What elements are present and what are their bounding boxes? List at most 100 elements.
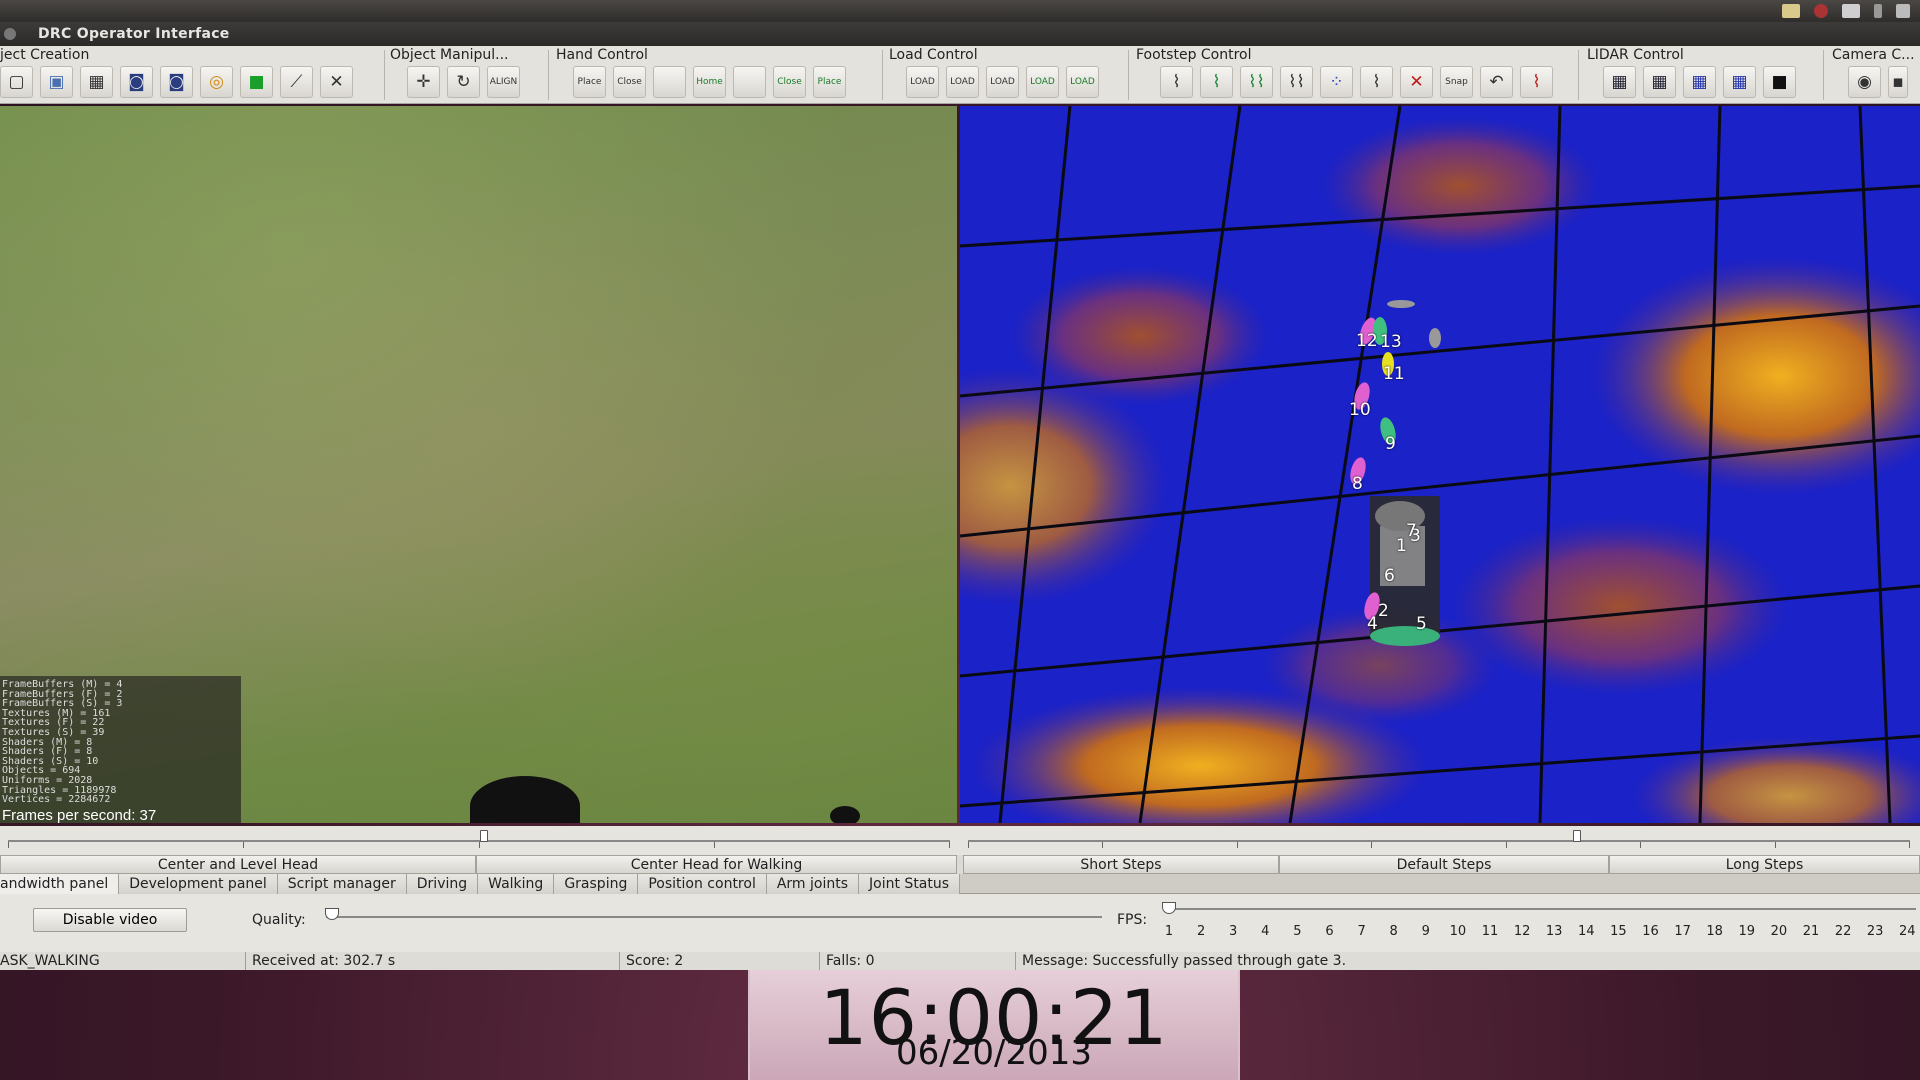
lidar-icon[interactable]: ▦ <box>1683 66 1716 98</box>
footstep-label: 12 <box>1356 331 1378 351</box>
tab-walking[interactable]: Walking <box>478 874 555 894</box>
eye-icon[interactable]: ◉ <box>1848 66 1881 98</box>
tab-driving[interactable]: Driving <box>406 874 479 894</box>
fps-tick-label: 1 <box>1164 924 1174 939</box>
box-icon[interactable]: ▣ <box>40 66 73 98</box>
quality-slider-track[interactable] <box>326 916 1102 918</box>
hand-blank-icon[interactable] <box>733 66 766 98</box>
window-title: DRC Operator Interface <box>38 26 230 42</box>
lidar-clear-icon[interactable]: ▦ <box>1643 66 1676 98</box>
snap-icon[interactable]: Snap <box>1440 66 1473 98</box>
wall-icon[interactable]: ▦ <box>80 66 113 98</box>
lidar-3d-view[interactable]: 1 2 3 4 5 6 7 8 9 10 11 12 13 <box>960 106 1920 823</box>
fps-tick-label: 12 <box>1513 924 1531 939</box>
mail-icon[interactable] <box>1842 4 1860 18</box>
fps-tick-label: 8 <box>1389 924 1398 939</box>
default-steps-button[interactable]: Default Steps <box>1279 855 1609 874</box>
hand-close-icon[interactable]: Close <box>613 66 646 98</box>
window-close-icon[interactable] <box>4 28 16 40</box>
fps-slider-track[interactable] <box>1166 908 1916 910</box>
network-icon[interactable] <box>1896 4 1910 18</box>
camera-view[interactable]: FrameBuffers (M) = 4 FrameBuffers (F) = … <box>0 106 957 823</box>
fps-tick-label: 24 <box>1899 924 1916 939</box>
tab-bandwidth[interactable]: andwidth panel <box>0 874 120 894</box>
group-label: Camera C... <box>1832 47 1915 63</box>
head-slider-thumb[interactable] <box>480 830 488 842</box>
bluetooth-icon[interactable] <box>1874 4 1882 18</box>
drill-icon[interactable]: ⟋ <box>280 66 313 98</box>
tab-script-manager[interactable]: Script manager <box>277 874 407 894</box>
footstep-icon[interactable]: ⌇⌇ <box>1240 66 1273 98</box>
load-icon[interactable]: LOAD <box>986 66 1019 98</box>
screen: DRC Operator Interface ject Creation ▢ ▣… <box>0 0 1920 1080</box>
camera-icon[interactable]: ▪ <box>1888 66 1908 98</box>
clock-date: 06/20/2013 <box>896 1033 1092 1073</box>
footstep-icon[interactable]: ⌇ <box>1520 66 1553 98</box>
fps-slider-thumb[interactable] <box>1162 902 1176 914</box>
update-vehicle-icon[interactable]: ◙ <box>160 66 193 98</box>
fps-tick-label: 3 <box>1229 924 1238 939</box>
align-icon[interactable]: ALIGN <box>487 66 520 98</box>
fps-tick-label: 19 <box>1738 924 1756 939</box>
record-icon[interactable] <box>1814 4 1828 18</box>
rotate-icon[interactable]: ↻ <box>447 66 480 98</box>
quality-slider-thumb[interactable] <box>325 908 339 920</box>
hand-place-icon[interactable]: Place <box>573 66 606 98</box>
footstep-label: 10 <box>1349 400 1371 420</box>
fps-tick-label: 23 <box>1866 924 1884 939</box>
folder-icon[interactable] <box>1782 4 1800 18</box>
footstep-label: 9 <box>1385 434 1396 454</box>
fps-tick-label: 13 <box>1545 924 1563 939</box>
load-icon[interactable]: LOAD <box>1026 66 1059 98</box>
short-steps-button[interactable]: Short Steps <box>963 855 1279 874</box>
fps-tick-label: 6 <box>1325 924 1334 939</box>
step-slider-track[interactable] <box>968 840 1910 842</box>
long-steps-button[interactable]: Long Steps <box>1609 855 1920 874</box>
valve-icon[interactable]: ✕ <box>320 66 353 98</box>
render-stats-overlay: FrameBuffers (M) = 4 FrameBuffers (F) = … <box>0 676 241 823</box>
footstep-icon[interactable]: ⌇ <box>1360 66 1393 98</box>
group-label: LIDAR Control <box>1587 47 1684 63</box>
clock-overlay: 16:00:21 06/20/2013 <box>748 970 1240 1080</box>
panel-tabs: andwidth panel Development panel Script … <box>0 874 1920 894</box>
load-icon[interactable]: LOAD <box>946 66 979 98</box>
ring-icon[interactable]: ◎ <box>200 66 233 98</box>
footstep-label: 4 <box>1367 614 1378 634</box>
cursor-icon[interactable]: ▢ <box>0 66 33 98</box>
footstep-icon[interactable]: ⌇ <box>1160 66 1193 98</box>
window-titlebar: DRC Operator Interface <box>0 22 1920 46</box>
move-icon[interactable]: ✛ <box>407 66 440 98</box>
delete-footstep-icon[interactable]: ✕ <box>1400 66 1433 98</box>
footstep-icon[interactable]: ⌇ <box>1200 66 1233 98</box>
footstep-icon[interactable]: ↶ <box>1480 66 1513 98</box>
green-block-icon[interactable]: ■ <box>240 66 273 98</box>
load-icon[interactable]: LOAD <box>1066 66 1099 98</box>
footstep-icon[interactable]: ⁘ <box>1320 66 1353 98</box>
lidar-heightmap <box>960 106 1920 823</box>
load-icon[interactable]: LOAD <box>906 66 939 98</box>
fps-tick-label: 9 <box>1421 924 1430 939</box>
hand-place-icon[interactable]: Place <box>813 66 846 98</box>
tab-development[interactable]: Development panel <box>119 874 278 894</box>
fps-tick-label: 4 <box>1261 924 1270 939</box>
lidar-icon[interactable]: ▦ <box>1723 66 1756 98</box>
lidar-dark-icon[interactable]: ■ <box>1763 66 1796 98</box>
hand-close-icon[interactable]: Close <box>773 66 806 98</box>
hand-home-icon[interactable]: Home <box>693 66 726 98</box>
status-message: Message: Successfully passed through gat… <box>1022 953 1347 969</box>
footstep-label: 6 <box>1384 566 1395 586</box>
stat-line: Vertices = 2284672 <box>2 794 111 806</box>
step-slider-thumb[interactable] <box>1573 830 1581 842</box>
tab-arm-joints[interactable]: Arm joints <box>766 874 860 894</box>
footstep-icon[interactable]: ⌇⌇ <box>1280 66 1313 98</box>
center-head-walking-button[interactable]: Center Head for Walking <box>476 855 957 874</box>
tab-position-control[interactable]: Position control <box>638 874 767 894</box>
disable-video-button[interactable]: Disable video <box>33 908 187 932</box>
tab-joint-status[interactable]: Joint Status <box>859 874 961 894</box>
lidar-icon[interactable]: ▦ <box>1603 66 1636 98</box>
tab-grasping[interactable]: Grasping <box>554 874 639 894</box>
center-level-head-button[interactable]: Center and Level Head <box>0 855 476 874</box>
hand-blank-icon[interactable] <box>653 66 686 98</box>
group-label: ject Creation <box>0 47 90 63</box>
vehicle-icon[interactable]: ◙ <box>120 66 153 98</box>
